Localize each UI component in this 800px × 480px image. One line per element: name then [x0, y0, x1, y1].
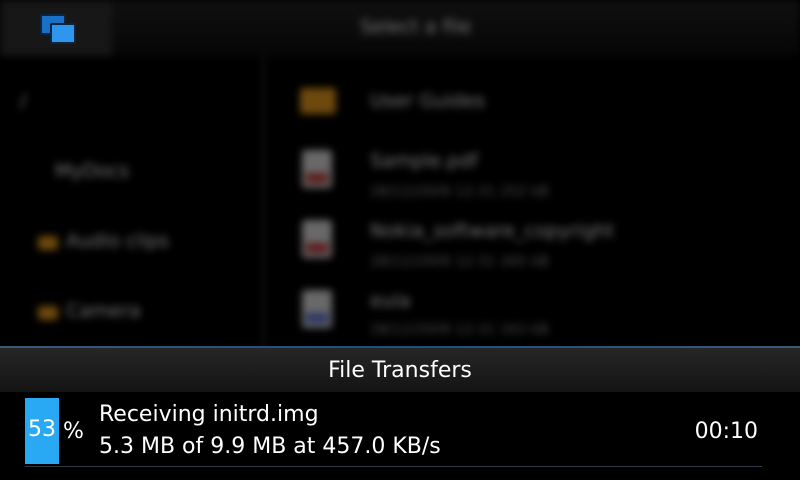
- file-details: 28/12/2009 12:31 252 kB: [370, 184, 549, 200]
- sidebar-item-camera: Camera: [66, 300, 141, 322]
- background-app-title: Select a file: [360, 16, 472, 38]
- file-icon: [302, 290, 332, 328]
- task-switcher-icon[interactable]: [40, 14, 76, 44]
- folder-icon: [300, 88, 336, 114]
- progress-unit: %: [63, 419, 84, 444]
- progress-percent: 53: [28, 417, 56, 442]
- file-name: Nokia_software_copyright: [370, 220, 615, 242]
- file-details: 28/12/2009 12:31 163 kB: [370, 322, 549, 338]
- progress-indicator: 53: [25, 398, 59, 464]
- row-divider: [25, 466, 762, 467]
- file-name: User Guides: [370, 90, 486, 112]
- folder-icon: [38, 236, 58, 250]
- sidebar-path: /: [20, 90, 27, 112]
- file-name: eula: [370, 290, 411, 312]
- file-icon: [302, 220, 332, 258]
- transfer-detail: 5.3 MB of 9.9 MB at 457.0 KB/s: [99, 434, 441, 459]
- file-details: 28/12/2009 12:31 265 kB: [370, 254, 549, 270]
- background-app: Select a file / MyDocs Audio clips Camer…: [0, 0, 800, 350]
- file-name: Sample.pdf: [370, 150, 479, 172]
- sidebar-item-audio-clips: Audio clips: [66, 230, 170, 252]
- transfer-title[interactable]: Receiving initrd.img: [99, 402, 319, 427]
- pane-divider: [262, 56, 264, 350]
- panel-title: File Transfers: [0, 348, 800, 392]
- transfer-elapsed-time: 00:10: [694, 419, 758, 444]
- sidebar-item-mydocs: MyDocs: [55, 160, 130, 182]
- file-icon: [302, 150, 332, 188]
- folder-icon: [38, 306, 58, 320]
